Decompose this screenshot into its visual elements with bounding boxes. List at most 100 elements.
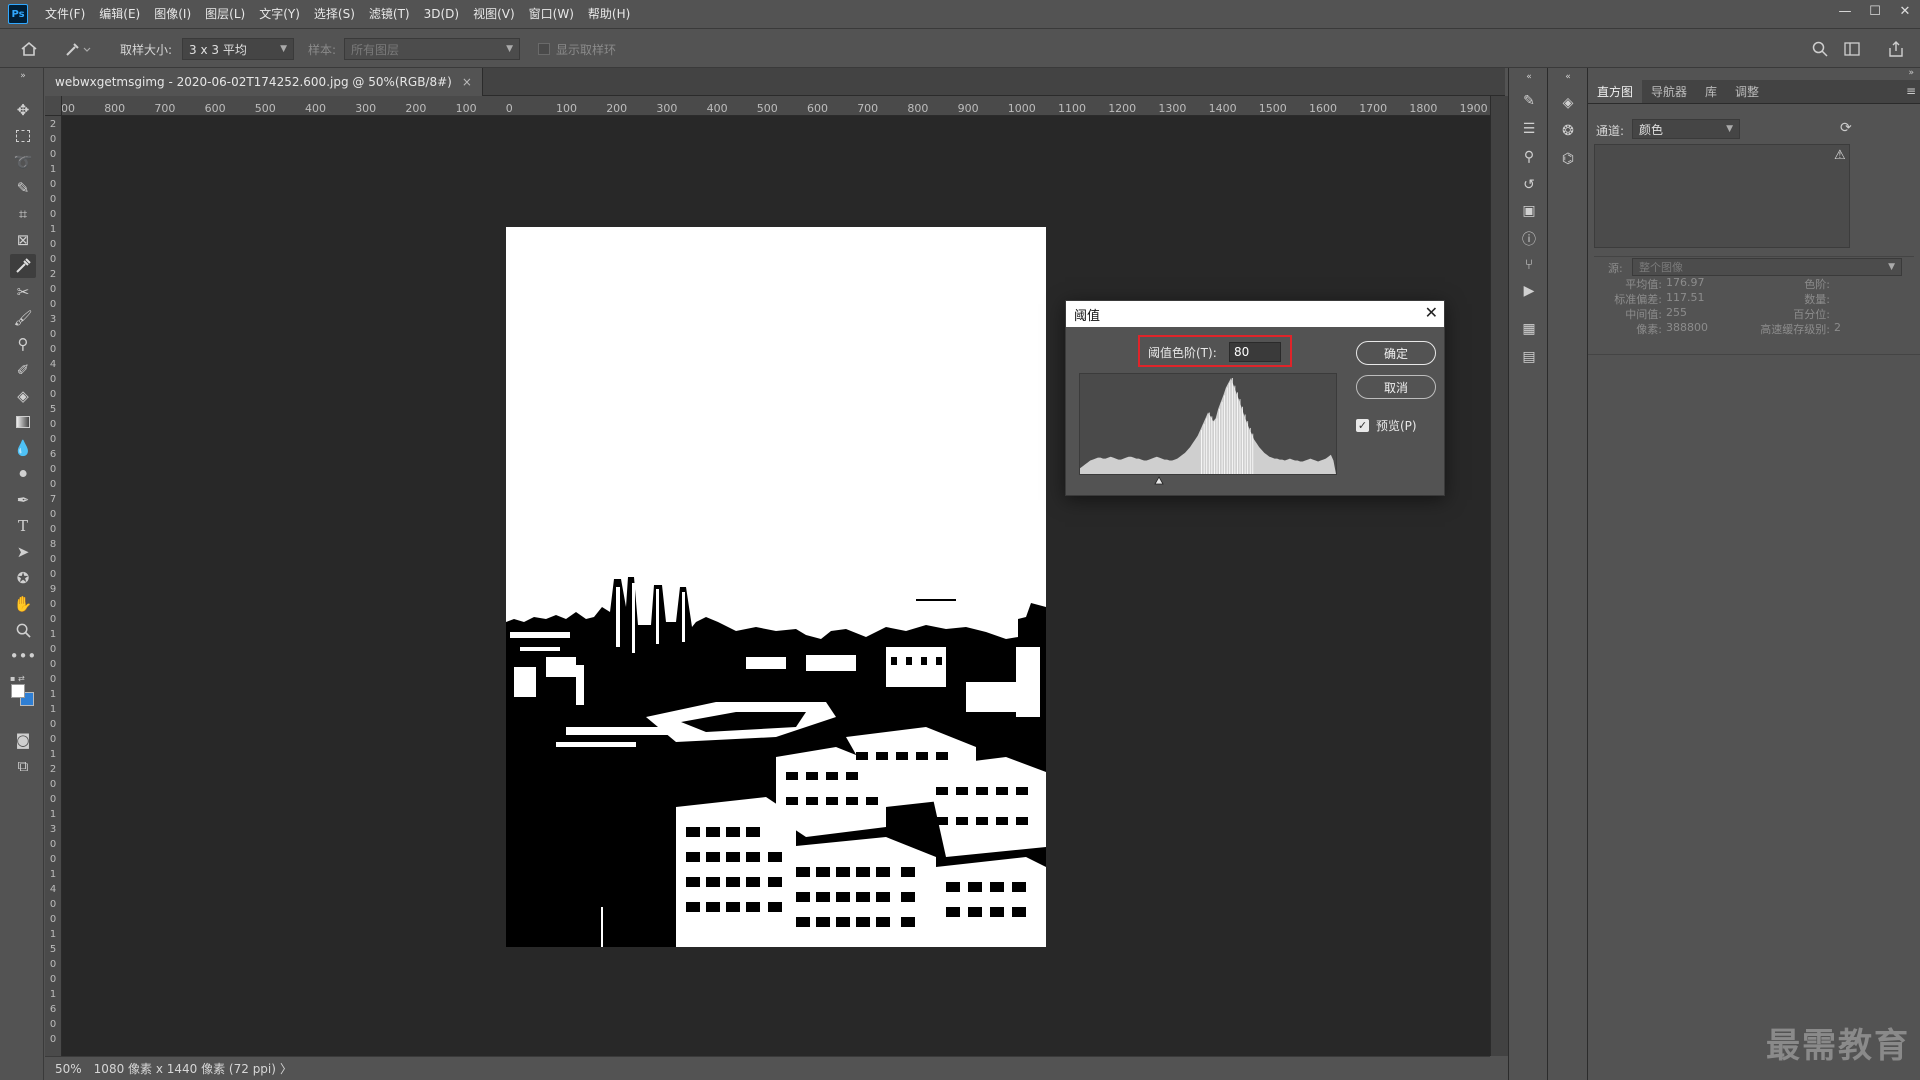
- document-tab[interactable]: webwxgetmsgimg - 2020-06-02T174252.600.j…: [45, 68, 483, 96]
- share-icon[interactable]: [1888, 29, 1904, 69]
- history-brush-tool-icon[interactable]: ✐: [10, 358, 36, 382]
- lasso-tool-icon[interactable]: ➰: [10, 150, 36, 174]
- channel-value: 颜色: [1639, 122, 1664, 137]
- libraries-icon[interactable]: ▦: [1518, 318, 1540, 340]
- histogram-stats: 平均值: 176.97 标准偏差: 117.51 中间值: 255 像素: 388800 色阶:…: [1588, 276, 1920, 346]
- clone-source-icon[interactable]: ⚲: [1518, 146, 1540, 168]
- hand-tool-icon[interactable]: ✋: [10, 592, 36, 616]
- zoom-level[interactable]: 50%: [55, 1062, 82, 1076]
- properties-icon[interactable]: ☰: [1518, 118, 1540, 140]
- panel-tab[interactable]: 调整: [1726, 80, 1768, 103]
- photoshop-logo-icon[interactable]: Ps: [8, 4, 28, 24]
- frame-tool-icon[interactable]: ⊠: [10, 228, 36, 252]
- notes-icon[interactable]: ▤: [1518, 346, 1540, 368]
- stat-value: 117.51: [1666, 291, 1705, 304]
- eyedropper-tool-preset-icon[interactable]: [64, 29, 92, 69]
- info-icon[interactable]: ⓘ: [1518, 228, 1540, 250]
- healing-brush-tool-icon[interactable]: ✂: [10, 280, 36, 304]
- menu-item[interactable]: 3D(D): [417, 0, 466, 28]
- search-icon[interactable]: [1812, 29, 1828, 69]
- threshold-level-input[interactable]: 80: [1229, 342, 1281, 362]
- threshold-slider-handle[interactable]: [1154, 475, 1164, 485]
- menu-item[interactable]: 滤镜(T): [362, 0, 417, 28]
- panel-menu-icon[interactable]: ≡: [1906, 84, 1916, 98]
- pen-tool-icon[interactable]: ✒: [10, 488, 36, 512]
- eyedropper-tool-icon[interactable]: [10, 254, 36, 278]
- ok-button[interactable]: 确定: [1356, 341, 1436, 365]
- menu-item[interactable]: 图层(L): [198, 0, 252, 28]
- channels-icon[interactable]: ❂: [1557, 120, 1579, 142]
- ruler-tick-label: 1: [49, 629, 57, 640]
- type-tool-icon[interactable]: T: [10, 514, 36, 538]
- crop-tool-icon[interactable]: ⌗: [10, 202, 36, 226]
- menu-item[interactable]: 编辑(E): [92, 0, 147, 28]
- layer-comps-icon[interactable]: ▣: [1518, 200, 1540, 222]
- collapse-dock-icon[interactable]: «: [1557, 72, 1579, 82]
- close-window-icon[interactable]: ✕: [1890, 0, 1920, 22]
- brush-tool-icon[interactable]: 🖌: [10, 306, 36, 330]
- zoom-tool-icon[interactable]: [10, 618, 36, 642]
- eraser-tool-icon[interactable]: ◈: [10, 384, 36, 408]
- layers-icon[interactable]: ◈: [1557, 92, 1579, 114]
- history-icon[interactable]: ↺: [1518, 174, 1540, 196]
- menu-item[interactable]: 窗口(W): [522, 0, 581, 28]
- paths-icon[interactable]: ⑂: [1518, 254, 1540, 276]
- minimize-icon[interactable]: —: [1830, 0, 1860, 22]
- horizontal-ruler[interactable]: 9008007006005004003002001000100200300400…: [62, 96, 1490, 116]
- shape-tool-icon[interactable]: ✪: [10, 566, 36, 590]
- ruler-tick-label: 1: [49, 224, 57, 235]
- cancel-button[interactable]: 取消: [1356, 375, 1436, 399]
- workspace-icon[interactable]: [1844, 29, 1860, 69]
- collapse-panel-icon[interactable]: »: [1908, 68, 1914, 78]
- paths-panel-icon[interactable]: ⌬: [1557, 148, 1579, 170]
- more-tools-icon[interactable]: •••: [10, 644, 37, 668]
- gradient-tool-icon[interactable]: [10, 410, 36, 434]
- move-tool-icon[interactable]: ✥: [10, 98, 36, 122]
- quick-select-tool-icon[interactable]: ✎: [10, 176, 36, 200]
- marquee-tool-icon[interactable]: [10, 124, 36, 148]
- brush-settings-icon[interactable]: ✎: [1518, 90, 1540, 112]
- menu-item[interactable]: 文字(Y): [252, 0, 307, 28]
- ruler-tick-label: 1: [49, 989, 57, 1000]
- home-icon[interactable]: [20, 29, 38, 69]
- ruler-tick-label: 700: [154, 102, 176, 115]
- stat-value: 176.97: [1666, 276, 1705, 289]
- panel-tab[interactable]: 导航器: [1642, 80, 1696, 103]
- sample-size-select[interactable]: 3 x 3 平均 ▼: [182, 38, 294, 60]
- maximize-icon[interactable]: ☐: [1860, 0, 1890, 22]
- menu-item[interactable]: 帮助(H): [581, 0, 637, 28]
- close-icon[interactable]: ✕: [1425, 303, 1438, 322]
- close-tab-icon[interactable]: ×: [462, 75, 472, 89]
- vertical-ruler[interactable]: 2 0 0 1 0 0 0 1 0 0 2 0 0 3 0 0 4 0 0 5 0 0 6 0 0 7 0 0 8 0 0 9 0 0 1 0 0 0 1 1…: [45, 116, 62, 1056]
- dodge-tool-icon[interactable]: ⚫: [10, 462, 36, 486]
- menu-item[interactable]: 视图(V): [466, 0, 522, 28]
- collapse-toolbar-icon[interactable]: »: [10, 70, 36, 82]
- threshold-histogram: [1079, 373, 1337, 475]
- cache-warning-icon[interactable]: ⚠: [1834, 148, 1846, 163]
- panel-tab[interactable]: 库: [1696, 80, 1726, 103]
- foreground-color-swatch[interactable]: [11, 684, 25, 698]
- refresh-icon[interactable]: ⟳: [1840, 120, 1852, 136]
- menu-item[interactable]: 选择(S): [307, 0, 362, 28]
- show-ring-checkbox[interactable]: [538, 43, 550, 55]
- menu-item[interactable]: 文件(F): [38, 0, 92, 28]
- sample-select[interactable]: 所有图层 ▼: [344, 38, 520, 60]
- channel-select[interactable]: 颜色 ▼: [1632, 119, 1740, 139]
- source-select[interactable]: 整个图像 ▼: [1632, 258, 1902, 276]
- path-selection-tool-icon[interactable]: ➤: [10, 540, 36, 564]
- preview-checkbox[interactable]: ✓: [1356, 419, 1369, 432]
- screen-mode-icon[interactable]: ⧉: [10, 754, 36, 778]
- vertical-scrollbar[interactable]: [1490, 96, 1508, 1056]
- channel-label: 通道:: [1596, 123, 1625, 138]
- panel-tab[interactable]: 直方图: [1588, 80, 1643, 103]
- menu-item[interactable]: 图像(I): [147, 0, 198, 28]
- status-menu-arrow[interactable]: 〉: [280, 1060, 292, 1077]
- blur-tool-icon[interactable]: 💧: [10, 436, 36, 460]
- document-image[interactable]: [506, 227, 1046, 947]
- canvas-area[interactable]: [62, 116, 1490, 1056]
- clone-stamp-tool-icon[interactable]: ⚲: [10, 332, 36, 356]
- collapse-dock-icon[interactable]: «: [1518, 72, 1540, 82]
- quick-mask-icon[interactable]: ◙: [10, 728, 36, 752]
- actions-play-icon[interactable]: ▶: [1518, 280, 1540, 302]
- chevron-down-icon: ▼: [1726, 124, 1733, 134]
